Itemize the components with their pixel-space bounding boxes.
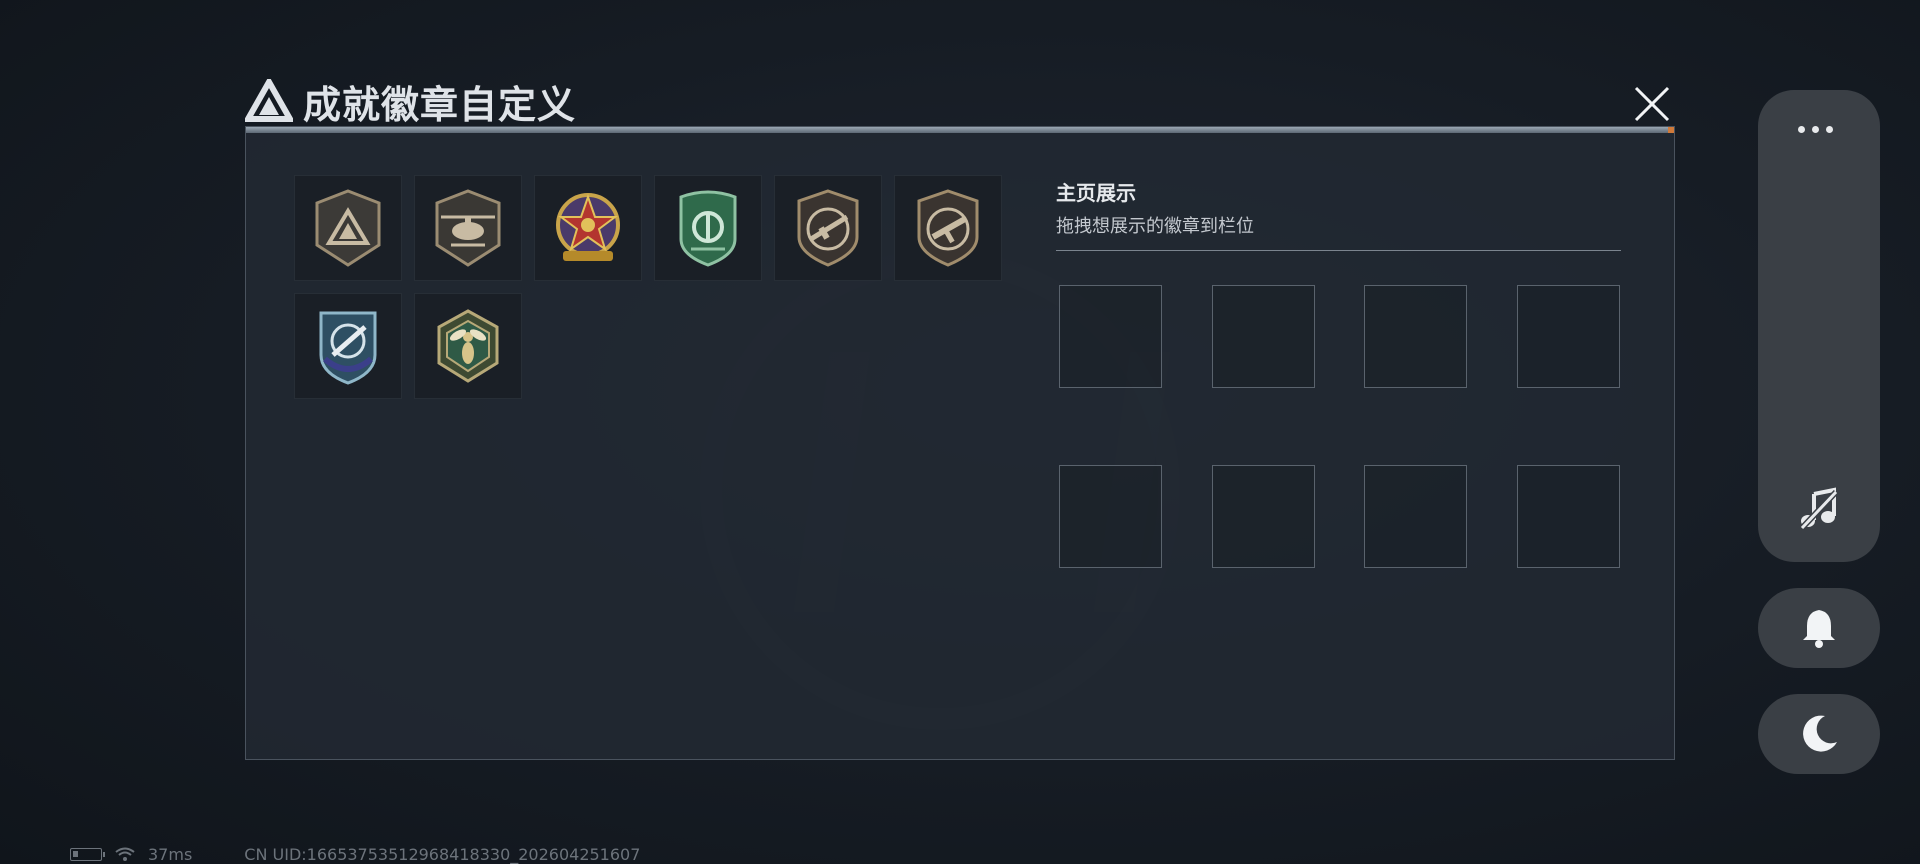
helicopter-badge-icon — [435, 189, 501, 267]
notification-button[interactable] — [1758, 588, 1880, 668]
showcase-title: 主页展示 — [1056, 181, 1136, 205]
battery-icon — [70, 847, 105, 861]
showcase-slot-7[interactable] — [1364, 465, 1467, 568]
close-icon — [1634, 86, 1670, 122]
showcase-slot-6[interactable] — [1211, 465, 1315, 568]
dialog-title: 成就徽章自定义 — [303, 82, 577, 127]
uid-text: CN UID:16653753512968418330_202604251607 — [244, 844, 641, 864]
showcase-slot-1[interactable] — [1059, 285, 1162, 388]
badge-slot[interactable] — [294, 175, 402, 281]
showcase-slot-3[interactable] — [1364, 285, 1467, 388]
close-button[interactable] — [1628, 80, 1676, 128]
homepage-showcase: 主页展示 拖拽想展示的徽章到栏位 — [1056, 177, 1621, 251]
showcase-slots — [1059, 285, 1620, 568]
knife-crosshair-badge-icon — [319, 311, 377, 385]
showcase-slot-2[interactable] — [1211, 285, 1315, 388]
wifi-icon — [115, 847, 135, 861]
more-dots-icon[interactable] — [1798, 126, 1833, 133]
music-off-icon[interactable] — [1796, 486, 1842, 532]
ping-text: 37ms — [148, 844, 193, 864]
triangle-logo-icon — [245, 79, 293, 122]
smg-badge-icon — [917, 189, 979, 267]
star-medal-badge-icon — [556, 193, 620, 261]
showcase-slot-4[interactable] — [1516, 285, 1620, 388]
status-bar: 37ms CN UID:16653753512968418330_2026042… — [70, 844, 641, 864]
rifle-badge-icon — [797, 189, 859, 267]
bell-icon — [1803, 610, 1835, 648]
showcase-slot-5[interactable] — [1059, 465, 1162, 568]
dialog-panel: 主页展示 拖拽想展示的徽章到栏位 — [245, 126, 1675, 760]
badge-slot[interactable] — [414, 175, 522, 281]
dialog-header: 成就徽章自定义 — [245, 74, 576, 128]
green-shield-badge-icon — [679, 190, 737, 267]
moon-icon — [1803, 715, 1837, 752]
badge-slot[interactable] — [894, 175, 1002, 281]
triangle-emblem-badge-icon — [315, 189, 381, 267]
badge-slot[interactable] — [294, 293, 402, 399]
badge-slot[interactable] — [774, 175, 882, 281]
panel-top-bar — [246, 127, 1674, 133]
badge-slot[interactable] — [534, 175, 642, 281]
wasp-hexagon-badge-icon — [437, 309, 499, 383]
badge-collection — [294, 175, 1014, 399]
showcase-subtitle: 拖拽想展示的徽章到栏位 — [1056, 216, 1254, 237]
badge-slot[interactable] — [654, 175, 762, 281]
showcase-divider — [1056, 250, 1621, 251]
showcase-slot-8[interactable] — [1516, 465, 1620, 568]
badge-slot[interactable] — [414, 293, 522, 399]
night-mode-button[interactable] — [1758, 694, 1880, 774]
side-control-rail — [1758, 90, 1880, 562]
